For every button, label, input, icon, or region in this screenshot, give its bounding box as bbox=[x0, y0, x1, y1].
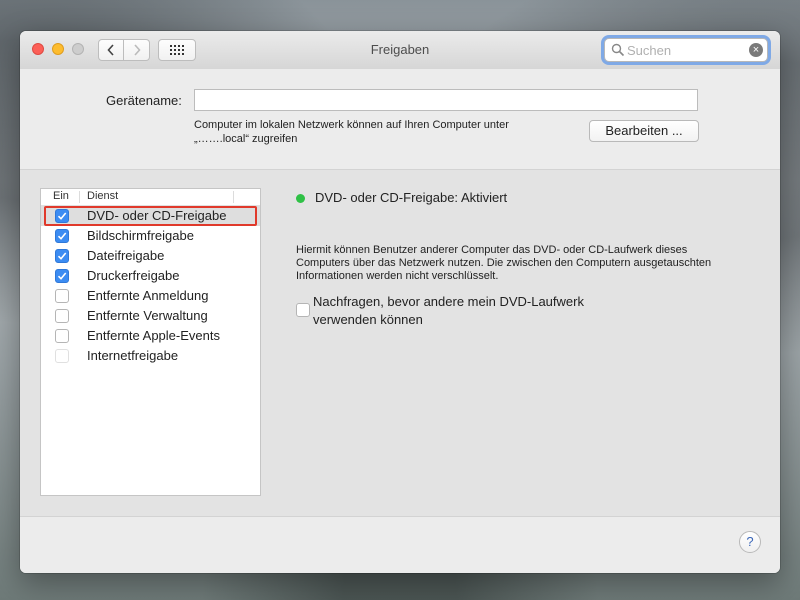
service-enable-checkbox[interactable] bbox=[55, 209, 69, 223]
network-address-note: Computer im lokalen Netzwerk können auf … bbox=[194, 118, 554, 146]
titlebar: Freigaben × bbox=[20, 31, 780, 70]
zoom-window-button[interactable] bbox=[72, 43, 84, 55]
search-icon bbox=[611, 43, 625, 57]
service-row[interactable]: Dateifreigabe bbox=[41, 246, 260, 266]
device-name-field[interactable] bbox=[194, 89, 698, 111]
status-indicator bbox=[296, 194, 305, 203]
ask-before-use-label[interactable]: Nachfragen, bevor andere mein DVD-Laufwe… bbox=[313, 293, 633, 329]
service-enable-checkbox[interactable] bbox=[55, 229, 69, 243]
service-name: Entfernte Anmeldung bbox=[87, 288, 209, 303]
device-name-label: Gerätename: bbox=[106, 93, 182, 108]
checkmark-icon bbox=[57, 212, 67, 220]
network-note-line1: Computer im lokalen Netzwerk können auf … bbox=[194, 119, 509, 131]
service-name: DVD- oder CD-Freigabe bbox=[87, 208, 227, 223]
service-name: Entfernte Verwaltung bbox=[87, 308, 208, 323]
chevron-left-icon bbox=[107, 44, 114, 56]
forward-button[interactable] bbox=[124, 39, 150, 61]
service-enable-checkbox[interactable] bbox=[55, 269, 69, 283]
clear-search-icon[interactable]: × bbox=[749, 43, 763, 57]
search-input[interactable] bbox=[627, 41, 745, 59]
service-row[interactable]: DVD- oder CD-Freigabe bbox=[41, 206, 260, 226]
checkmark-icon bbox=[57, 232, 67, 240]
device-name-section: Gerätename: Computer im lokalen Netzwerk… bbox=[20, 69, 780, 170]
service-row[interactable]: Entfernte Verwaltung bbox=[41, 306, 260, 326]
chevron-right-icon bbox=[133, 44, 141, 56]
column-service-header[interactable]: Dienst bbox=[87, 190, 118, 202]
service-row[interactable]: Internetfreigabe bbox=[41, 346, 260, 366]
service-row[interactable]: Entfernte Anmeldung bbox=[41, 286, 260, 306]
service-name: Bildschirmfreigabe bbox=[87, 228, 194, 243]
grid-icon bbox=[170, 45, 184, 55]
service-list: Ein Dienst DVD- oder CD-Freigabe Bildschi… bbox=[40, 188, 261, 496]
column-on-header[interactable]: Ein bbox=[53, 190, 69, 202]
service-row[interactable]: Entfernte Apple-Events bbox=[41, 326, 260, 346]
minimize-window-button[interactable] bbox=[52, 43, 64, 55]
close-window-button[interactable] bbox=[32, 43, 44, 55]
navigation-buttons bbox=[98, 39, 150, 61]
service-enable-checkbox[interactable] bbox=[55, 289, 69, 303]
help-button[interactable]: ? bbox=[739, 531, 761, 553]
service-name: Druckerfreigabe bbox=[87, 268, 180, 283]
service-list-header: Ein Dienst bbox=[41, 189, 260, 206]
service-name: Internetfreigabe bbox=[87, 348, 179, 363]
checkmark-icon bbox=[57, 252, 67, 260]
search-field[interactable]: × bbox=[604, 38, 768, 62]
service-name: Dateifreigabe bbox=[87, 248, 165, 263]
show-all-button[interactable] bbox=[158, 39, 196, 61]
service-name: Entfernte Apple-Events bbox=[87, 328, 220, 343]
service-row[interactable]: Druckerfreigabe bbox=[41, 266, 260, 286]
service-enable-checkbox[interactable] bbox=[55, 249, 69, 263]
edit-button[interactable]: Bearbeiten ... bbox=[589, 120, 699, 142]
checkmark-icon bbox=[57, 272, 67, 280]
service-description: Hiermit können Benutzer anderer Computer… bbox=[296, 244, 712, 282]
service-enable-checkbox[interactable] bbox=[55, 309, 69, 323]
ask-before-use-checkbox[interactable] bbox=[296, 303, 310, 317]
service-enable-checkbox[interactable] bbox=[55, 329, 69, 343]
service-enable-checkbox bbox=[55, 349, 69, 363]
preferences-window: Freigaben × Gerätename: Computer im loka… bbox=[20, 31, 780, 573]
service-row[interactable]: Bildschirmfreigabe bbox=[41, 226, 260, 246]
footer: ? bbox=[20, 516, 780, 573]
back-button[interactable] bbox=[98, 39, 124, 61]
service-status: DVD- oder CD-Freigabe: Aktiviert bbox=[315, 190, 508, 205]
sharing-main-section: Ein Dienst DVD- oder CD-Freigabe Bildschi… bbox=[20, 170, 780, 516]
network-note-line2: „…….local“ zugreifen bbox=[194, 133, 298, 145]
